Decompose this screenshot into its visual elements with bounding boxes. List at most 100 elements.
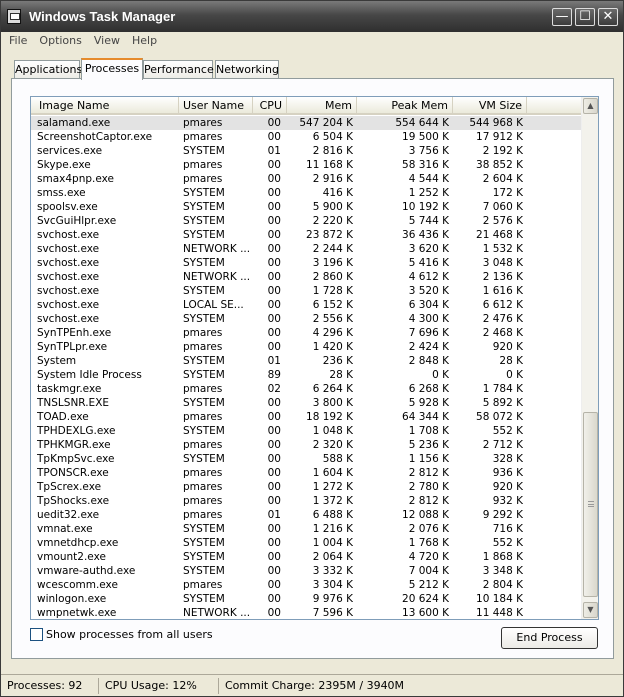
table-row[interactable]: SynTPEnh.exe pmares 00 4 296 K 7 696 K 2 468 … [31,326,581,340]
grip-icon [588,501,594,507]
tab-processes[interactable]: Processes [81,58,143,80]
cell-mem-usage: 2 244 K [312,243,353,255]
show-all-users-checkbox[interactable] [30,628,43,641]
table-row[interactable]: uedit32.exe pmares 01 6 488 K 12 088 K 9 292 … [31,508,581,522]
tab-performance[interactable]: Performance [143,60,214,79]
table-row[interactable]: TPHKMGR.exe pmares 00 2 320 K 5 236 K 2 712 K [31,438,581,452]
menu-view[interactable]: View [88,32,126,50]
cell-peak-mem-usage: 0 K [432,369,449,381]
cell-cpu: 00 [267,215,281,227]
table-row[interactable]: svchost.exe NETWORK ... 00 2 244 K 3 620 K 1 … [31,242,581,256]
cell-user-name: SYSTEM [183,453,225,465]
table-row[interactable]: vmnat.exe SYSTEM 00 1 216 K 2 076 K 716 K [31,522,581,536]
table-row[interactable]: vmware-authd.exe SYSTEM 00 3 332 K 7 004 K 3 … [31,564,581,578]
show-all-users-label[interactable]: Show processes from all users [46,628,213,641]
status-cpu-usage: CPU Usage: 12% [101,678,219,694]
cell-user-name: SYSTEM [183,257,225,269]
table-row[interactable]: TpScrex.exe pmares 00 1 272 K 2 780 K 920 K [31,480,581,494]
cell-image-name: TPHDEXLG.exe [37,425,116,437]
vertical-scrollbar[interactable]: ▲ ▼ [581,97,598,619]
title-bar[interactable]: Windows Task Manager — ☐ ✕ [1,1,623,32]
cell-mem-usage: 1 604 K [312,467,353,479]
table-row[interactable]: TPONSCR.exe pmares 00 1 604 K 2 812 K 936 K [31,466,581,480]
table-row[interactable]: vmount2.exe SYSTEM 00 2 064 K 4 720 K 1 868 K [31,550,581,564]
cell-mem-usage: 416 K [322,187,353,199]
cell-cpu: 01 [267,509,281,521]
cell-cpu: 00 [267,257,281,269]
table-row[interactable]: System SYSTEM 01 236 K 2 848 K 28 K [31,354,581,368]
menu-options[interactable]: Options [33,32,87,50]
column-vm-size[interactable]: VM Size [453,97,527,114]
table-row[interactable]: Skype.exe pmares 00 11 168 K 58 316 K 38 852 … [31,158,581,172]
maximize-button[interactable]: ☐ [575,8,595,26]
table-row[interactable]: svchost.exe SYSTEM 00 23 872 K 36 436 K 21 46… [31,228,581,242]
table-row[interactable]: svchost.exe NETWORK ... 00 2 860 K 4 612 K 2 … [31,270,581,284]
cell-mem-usage: 4 296 K [312,327,353,339]
cell-vm-size: 2 804 K [482,579,523,591]
table-row[interactable]: TpShocks.exe pmares 00 1 372 K 2 812 K 932 K [31,494,581,508]
table-row[interactable]: smax4pnp.exe pmares 00 2 916 K 4 544 K 2 604 … [31,172,581,186]
cell-cpu: 02 [267,383,281,395]
cell-image-name: System Idle Process [37,369,142,381]
cell-peak-mem-usage: 12 088 K [402,509,449,521]
table-row[interactable]: SvcGuiHlpr.exe SYSTEM 00 2 220 K 5 744 K 2 57… [31,214,581,228]
table-row[interactable]: wcescomm.exe pmares 00 3 304 K 5 212 K 2 804 … [31,578,581,592]
table-row[interactable]: svchost.exe LOCAL SE... 00 6 152 K 6 304 K 6 … [31,298,581,312]
table-row[interactable]: services.exe SYSTEM 01 2 816 K 3 756 K 2 192 … [31,144,581,158]
cell-cpu: 00 [267,467,281,479]
cell-vm-size: 920 K [492,341,523,353]
cell-peak-mem-usage: 1 252 K [408,187,449,199]
table-row[interactable]: spoolsv.exe SYSTEM 00 5 900 K 10 192 K 7 060 … [31,200,581,214]
table-row[interactable]: salamand.exe pmares 00 547 204 K 554 644 K 54… [31,116,581,130]
table-row[interactable]: svchost.exe SYSTEM 00 2 556 K 4 300 K 2 476 K [31,312,581,326]
table-row[interactable]: ScreenshotCaptor.exe pmares 00 6 504 K 19 50… [31,130,581,144]
column-user-name[interactable]: User Name [179,97,253,114]
table-row[interactable]: winlogon.exe SYSTEM 00 9 976 K 20 624 K 10 18… [31,592,581,606]
column-peak-mem-usage[interactable]: Peak Mem Usage [357,97,453,129]
cell-peak-mem-usage: 5 928 K [408,397,449,409]
cell-peak-mem-usage: 4 720 K [408,551,449,563]
process-list[interactable]: Image Name User Name CPU Mem Usage Peak … [30,96,599,620]
table-row[interactable]: taskmgr.exe pmares 02 6 264 K 6 268 K 1 784 K [31,382,581,396]
minimize-button[interactable]: — [552,8,572,26]
cell-peak-mem-usage: 6 304 K [408,299,449,311]
table-row[interactable]: System Idle Process SYSTEM 89 28 K 0 K 0 K [31,368,581,382]
column-mem-usage[interactable]: Mem Usage [287,97,357,129]
cell-vm-size: 552 K [492,537,523,549]
table-row[interactable]: TOAD.exe pmares 00 18 192 K 64 344 K 58 072 K [31,410,581,424]
table-row[interactable]: TPHDEXLG.exe SYSTEM 00 1 048 K 1 708 K 552 K [31,424,581,438]
cell-vm-size: 172 K [492,187,523,199]
cell-mem-usage: 1 420 K [312,341,353,353]
table-row[interactable]: vmnetdhcp.exe SYSTEM 00 1 004 K 1 768 K 552 K [31,536,581,550]
end-process-button[interactable]: End Process [501,627,598,649]
table-row[interactable]: wmpnetwk.exe NETWORK ... 00 7 596 K 13 600 K… [31,606,581,620]
cell-user-name: LOCAL SE... [183,299,244,311]
tab-applications[interactable]: Applications [14,60,82,79]
table-row[interactable]: svchost.exe SYSTEM 00 1 728 K 3 520 K 1 616 K [31,284,581,298]
menu-help[interactable]: Help [126,32,163,50]
cell-cpu: 00 [267,313,281,325]
cell-mem-usage: 2 556 K [312,313,353,325]
cell-vm-size: 3 048 K [482,257,523,269]
table-row[interactable]: TpKmpSvc.exe SYSTEM 00 588 K 1 156 K 328 K [31,452,581,466]
table-row[interactable]: SynTPLpr.exe pmares 00 1 420 K 2 424 K 920 K [31,340,581,354]
column-image-name[interactable]: Image Name [31,97,179,114]
column-cpu[interactable]: CPU [253,97,287,114]
tab-networking[interactable]: Networking [215,60,279,79]
task-manager-window: Windows Task Manager — ☐ ✕ File Options Vi… [0,0,624,697]
table-row[interactable]: smss.exe SYSTEM 00 416 K 1 252 K 172 K [31,186,581,200]
close-button[interactable]: ✕ [598,8,618,26]
cell-user-name: SYSTEM [183,285,225,297]
table-row[interactable]: TNSLSNR.EXE SYSTEM 00 3 800 K 5 928 K 5 892 K [31,396,581,410]
cell-user-name: SYSTEM [183,313,225,325]
cell-cpu: 00 [267,607,281,619]
table-row[interactable]: svchost.exe SYSTEM 00 3 196 K 5 416 K 3 048 K [31,256,581,270]
scrollbar-thumb[interactable] [583,412,598,597]
cell-image-name: SvcGuiHlpr.exe [37,215,117,227]
scroll-up-arrow-icon[interactable]: ▲ [583,98,598,114]
scroll-down-arrow-icon[interactable]: ▼ [583,602,598,618]
menu-file[interactable]: File [3,32,33,50]
cell-peak-mem-usage: 5 236 K [408,439,449,451]
task-manager-icon [7,9,21,24]
cell-cpu: 00 [267,523,281,535]
